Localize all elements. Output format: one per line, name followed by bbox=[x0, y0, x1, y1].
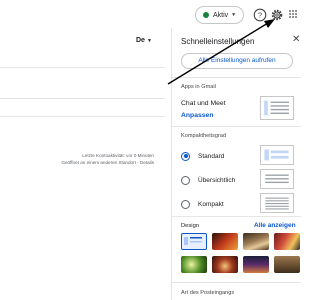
mail-list-area: De ▼ Letzte Kontoaktivität: vor 0 Minuten… bbox=[0, 28, 170, 300]
chat-meet-layout-thumbnail bbox=[260, 96, 294, 120]
status-label: Aktiv bbox=[213, 11, 229, 19]
divider bbox=[172, 126, 301, 127]
density-option-label: Standard bbox=[198, 152, 225, 160]
inbox-type-section-label: Art des Posteingangs bbox=[181, 290, 235, 296]
density-section-label: Kompaktheitsgrad bbox=[181, 133, 227, 139]
density-option-compact[interactable]: Kompakt bbox=[181, 198, 224, 210]
default-theme-icon bbox=[184, 237, 202, 245]
status-selector[interactable]: Aktiv ▼ bbox=[195, 6, 244, 24]
chevron-down-icon: ▼ bbox=[146, 38, 152, 44]
language-selector[interactable]: De ▼ bbox=[136, 37, 152, 44]
theme-thumbnail-fire[interactable] bbox=[212, 233, 238, 250]
all-settings-button[interactable]: Alle Einstellungen aufrufen bbox=[181, 53, 293, 69]
radio-button[interactable] bbox=[181, 175, 190, 185]
theme-thumbnail-pillars[interactable] bbox=[243, 233, 269, 250]
language-label: De bbox=[136, 37, 145, 44]
show-all-themes-link[interactable]: Alle anzeigen bbox=[254, 222, 296, 229]
status-dot-icon bbox=[203, 12, 209, 18]
density-option-standard[interactable]: Standard bbox=[181, 150, 224, 162]
close-icon[interactable]: ✕ bbox=[292, 34, 300, 45]
theme-thumbnail-wood[interactable] bbox=[274, 256, 300, 273]
divider bbox=[0, 116, 165, 117]
theme-thumbnail-stage[interactable] bbox=[274, 233, 300, 250]
theme-thumbnail-default[interactable] bbox=[181, 233, 207, 250]
density-option-comfortable[interactable]: Übersichtlich bbox=[181, 174, 235, 186]
density-compact-thumbnail bbox=[260, 193, 294, 213]
svg-text:?: ? bbox=[258, 11, 262, 20]
theme-thumbnail-mountains[interactable] bbox=[243, 256, 269, 273]
divider bbox=[172, 77, 301, 78]
activity-text: Letzte Kontoaktivität: vor 0 Minuten bbox=[82, 153, 154, 158]
density-standard-thumbnail bbox=[260, 145, 294, 165]
density-option-label: Übersichtlich bbox=[198, 176, 236, 184]
radio-button[interactable] bbox=[181, 199, 190, 209]
theme-thumbnail-leaf[interactable] bbox=[181, 256, 207, 273]
apps-section-label: Apps in Gmail bbox=[181, 84, 216, 90]
activity-details-text[interactable]: Geöffnet an einem anderen Standort · Det… bbox=[10, 159, 154, 166]
divider bbox=[172, 282, 301, 283]
design-section-label: Design bbox=[181, 223, 200, 229]
quick-settings-panel: Schnelleinstellungen ✕ Alle Einstellunge… bbox=[171, 28, 301, 300]
panel-title: Schnelleinstellungen bbox=[181, 37, 255, 46]
divider bbox=[0, 98, 165, 99]
help-icon[interactable]: ? bbox=[253, 8, 267, 22]
density-option-label: Kompakt bbox=[198, 200, 224, 208]
divider bbox=[172, 216, 301, 217]
customize-link[interactable]: Anpassen bbox=[181, 112, 213, 119]
top-bar: Aktiv ▼ ? bbox=[0, 0, 300, 28]
apps-grid-icon[interactable] bbox=[289, 10, 297, 18]
theme-thumbnail-sparkle[interactable] bbox=[212, 256, 238, 273]
chat-meet-label: Chat und Meet bbox=[181, 100, 226, 107]
radio-button[interactable] bbox=[181, 151, 190, 161]
divider bbox=[0, 67, 165, 68]
chevron-down-icon: ▼ bbox=[231, 12, 237, 18]
account-activity: Letzte Kontoaktivität: vor 0 Minuten Geö… bbox=[10, 152, 154, 166]
gear-icon[interactable] bbox=[270, 8, 284, 22]
density-comfortable-thumbnail bbox=[260, 169, 294, 189]
